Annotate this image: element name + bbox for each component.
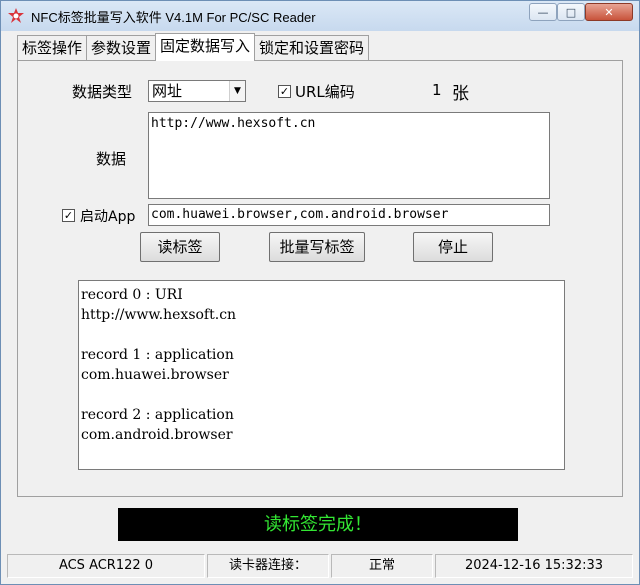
data-type-label: 数据类型 xyxy=(72,83,133,101)
log-line: record 0 : URI xyxy=(81,287,183,303)
log-output[interactable]: record 0 : URI http://www.hexsoft.cn rec… xyxy=(78,280,565,470)
log-line: record 1 : application xyxy=(81,347,234,363)
batch-write-button[interactable]: 批量写标签 xyxy=(269,232,365,262)
nfc-app-icon xyxy=(8,8,24,23)
tab-tag-operations[interactable]: 标签操作 xyxy=(17,35,88,61)
minimize-button[interactable]: — xyxy=(529,3,557,21)
tab-fixed-data-write[interactable]: 固定数据写入 xyxy=(155,33,256,61)
reader-name: ACS ACR122 0 xyxy=(7,554,205,578)
fixed-data-write-panel: 数据类型 网址 ▼ ✓ URL编码 1 张 数据 http://www.hexs… xyxy=(17,60,623,497)
checkmark-icon: ✓ xyxy=(279,85,290,98)
datetime: 2024-12-16 15:32:33 xyxy=(435,554,633,578)
count-unit: 张 xyxy=(452,84,469,104)
tab-strip: 标签操作 参数设置 固定数据写入 锁定和设置密码 xyxy=(17,33,370,61)
data-label: 数据 xyxy=(96,150,127,168)
start-app-label: 启动App xyxy=(80,209,136,225)
app-window: NFC标签批量写入软件 V4.1M For PC/SC Reader — □ ✕… xyxy=(0,0,640,585)
log-line: com.huawei.browser xyxy=(81,367,229,383)
maximize-button[interactable]: □ xyxy=(557,3,585,21)
status-bar: ACS ACR122 0 读卡器连接： 正常 2024-12-16 15:32:… xyxy=(7,554,633,580)
data-type-value: 网址 xyxy=(152,82,183,100)
chevron-down-icon[interactable]: ▼ xyxy=(229,81,245,101)
log-line: record 2 : application xyxy=(81,407,234,423)
log-line: com.android.browser xyxy=(81,427,233,443)
start-app-checkbox[interactable]: ✓ xyxy=(62,209,75,222)
data-type-select[interactable]: 网址 ▼ xyxy=(148,80,246,102)
checkmark-icon: ✓ xyxy=(63,209,74,222)
tab-parameter-settings[interactable]: 参数设置 xyxy=(86,35,157,61)
title-bar[interactable]: NFC标签批量写入软件 V4.1M For PC/SC Reader — □ ✕ xyxy=(1,1,639,31)
window-title: NFC标签批量写入软件 V4.1M For PC/SC Reader xyxy=(31,10,316,25)
url-encode-label: URL编码 xyxy=(295,83,355,101)
connection-status: 正常 xyxy=(331,554,433,578)
connection-label: 读卡器连接： xyxy=(207,554,329,578)
data-textarea[interactable]: http://www.hexsoft.cn xyxy=(148,112,550,199)
url-encode-checkbox[interactable]: ✓ xyxy=(278,85,291,98)
close-button[interactable]: ✕ xyxy=(585,3,633,21)
app-package-input[interactable]: com.huawei.browser,com.android.browser xyxy=(148,204,550,226)
stop-button[interactable]: 停止 xyxy=(413,232,493,262)
tab-lock-and-password[interactable]: 锁定和设置密码 xyxy=(254,35,370,61)
count-value: 1 xyxy=(432,81,442,99)
log-line: http://www.hexsoft.cn xyxy=(81,307,237,323)
status-display: 读标签完成！ xyxy=(118,508,518,541)
read-tag-button[interactable]: 读标签 xyxy=(140,232,220,262)
